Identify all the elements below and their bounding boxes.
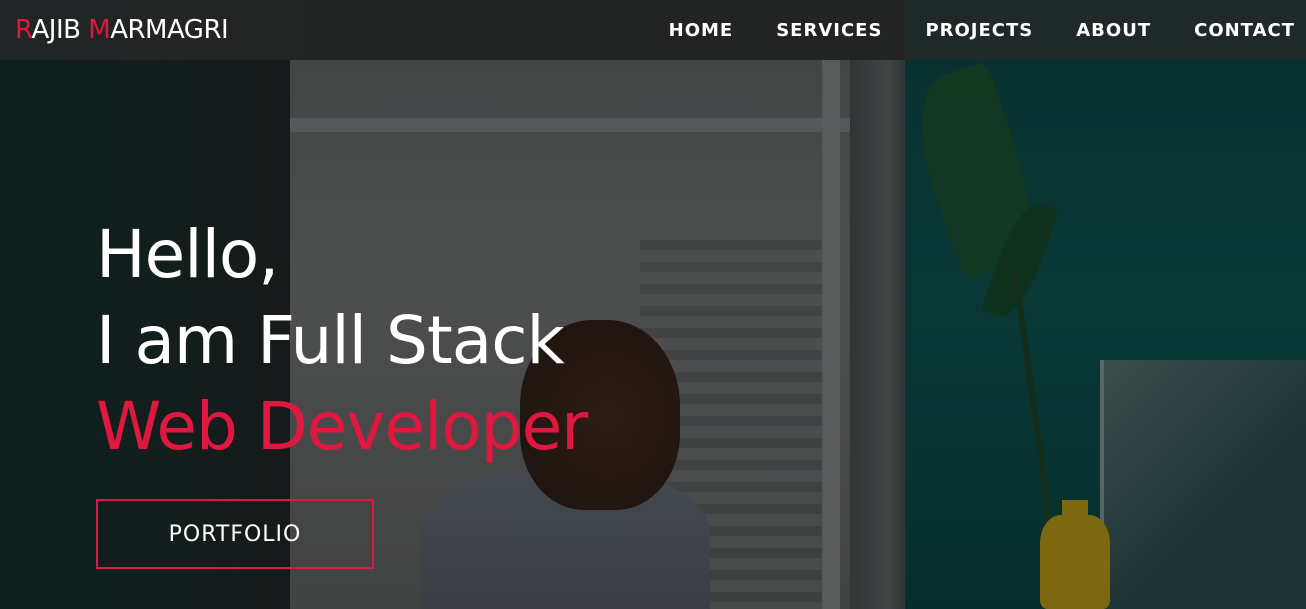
navbar: RAJIB MARMAGRI HOME SERVICES PROJECTS AB… bbox=[0, 0, 1306, 60]
brand-first-initial: R bbox=[15, 15, 32, 45]
nav-projects-link[interactable]: PROJECTS bbox=[925, 20, 1033, 41]
brand-last-initial: M bbox=[88, 15, 111, 45]
portfolio-button[interactable]: PORTFOLIO bbox=[96, 499, 374, 569]
hero-role-highlight: Web Developer bbox=[96, 388, 588, 465]
hero-greeting: Hello, bbox=[96, 216, 279, 293]
nav-links: HOME SERVICES PROJECTS ABOUT CONTACT bbox=[626, 20, 1295, 41]
nav-home-link[interactable]: HOME bbox=[669, 20, 734, 41]
nav-about-link[interactable]: ABOUT bbox=[1076, 20, 1151, 41]
hero-heading: Hello, I am Full Stack Web Developer bbox=[96, 212, 588, 470]
brand-first-rest: AJIB bbox=[31, 15, 81, 45]
nav-contact-link[interactable]: CONTACT bbox=[1194, 20, 1295, 41]
nav-services-link[interactable]: SERVICES bbox=[776, 20, 882, 41]
hero-role-line: I am Full Stack bbox=[96, 302, 565, 379]
brand-last-rest: ARMAGRI bbox=[110, 15, 229, 45]
brand-logo[interactable]: RAJIB MARMAGRI bbox=[15, 15, 229, 45]
